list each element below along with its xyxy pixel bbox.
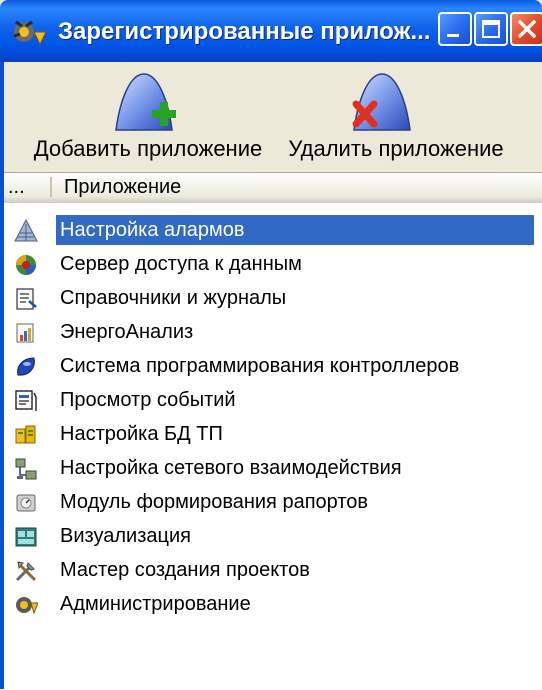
list-item[interactable]: Настройка алармов — [4, 213, 542, 247]
administration-icon — [16, 597, 38, 615]
list-item-label: Просмотр событий — [60, 389, 236, 411]
report-module-icon — [16, 494, 36, 512]
registered-apps-window: Зарегистрированные прилож... Добавить пр… — [0, 0, 542, 690]
project-wizard-icon — [15, 561, 37, 582]
visualization-icon — [15, 527, 37, 547]
list-item-label: Система программирования контроллеров — [60, 355, 460, 377]
gear-app-icon — [13, 20, 46, 46]
maximize-button[interactable] — [474, 12, 508, 46]
network-settings-icon — [15, 458, 37, 480]
list-item-label: Администрирование — [60, 593, 251, 615]
list-item-label: Настройка алармов — [56, 215, 534, 245]
list-item[interactable]: Справочники и журналы — [4, 281, 542, 315]
list-header: ... Приложение — [4, 173, 542, 203]
list-item-label: Настройка сетевого взаимодействия — [60, 457, 402, 479]
remove-application-label: Удалить приложение — [288, 136, 504, 161]
list-item-label: Модуль формирования рапортов — [60, 491, 369, 513]
app-remove-icon — [352, 73, 411, 131]
add-application-button[interactable]: Добавить приложение — [28, 70, 268, 170]
list-item-label: Настройка БД ТП — [60, 423, 223, 445]
list-item[interactable]: Сервер доступа к данным — [4, 247, 542, 281]
list-item-label: Сервер доступа к данным — [60, 253, 302, 275]
column-separator[interactable] — [50, 177, 52, 197]
application-list[interactable]: ... Приложение Настройка алармов Сервер … — [4, 172, 542, 690]
list-item-label: Визуализация — [60, 525, 191, 547]
window-title: Зарегистрированные прилож... — [58, 18, 431, 45]
list-item[interactable]: ЭнергоАнализ — [4, 315, 542, 349]
close-icon — [518, 20, 536, 38]
list-item[interactable]: Настройка БД ТП — [4, 417, 542, 451]
column-header-dots[interactable]: ... — [8, 173, 48, 201]
list-item[interactable]: Визуализация — [4, 519, 542, 553]
list-item[interactable]: Модуль формирования рапортов — [4, 485, 542, 519]
list-item[interactable]: Настройка сетевого взаимодействия — [4, 451, 542, 485]
list-item[interactable]: Администрирование — [4, 587, 542, 621]
minimize-icon — [447, 34, 459, 37]
event-viewer-icon — [15, 390, 37, 411]
column-header-application[interactable]: Приложение — [64, 173, 181, 201]
data-server-icon — [16, 255, 36, 275]
minimize-button[interactable] — [438, 12, 472, 46]
list-item[interactable]: Просмотр событий — [4, 383, 542, 417]
list-item[interactable]: Система программирования контроллеров — [4, 349, 542, 383]
list-rows: Настройка алармов Сервер доступа к данны… — [4, 213, 542, 621]
title-bar[interactable]: Зарегистрированные прилож... — [0, 0, 542, 62]
energy-analysis-icon — [16, 323, 34, 343]
list-item-label: ЭнергоАнализ — [60, 321, 194, 343]
alarm-settings-icon — [14, 219, 38, 242]
list-item[interactable]: Мастер создания проектов — [4, 553, 542, 587]
controller-programming-icon — [17, 357, 35, 376]
toolbar: Добавить приложение Удалить приложение — [4, 62, 542, 172]
close-button[interactable] — [510, 12, 542, 46]
remove-application-button[interactable]: Удалить приложение — [278, 70, 514, 170]
maximize-icon — [482, 20, 500, 38]
database-settings-icon — [15, 425, 36, 444]
add-application-label: Добавить приложение — [33, 136, 263, 161]
list-item-label: Справочники и журналы — [60, 287, 287, 309]
journal-icon — [16, 288, 37, 310]
list-item-label: Мастер создания проектов — [60, 559, 310, 581]
app-add-icon — [115, 73, 176, 131]
